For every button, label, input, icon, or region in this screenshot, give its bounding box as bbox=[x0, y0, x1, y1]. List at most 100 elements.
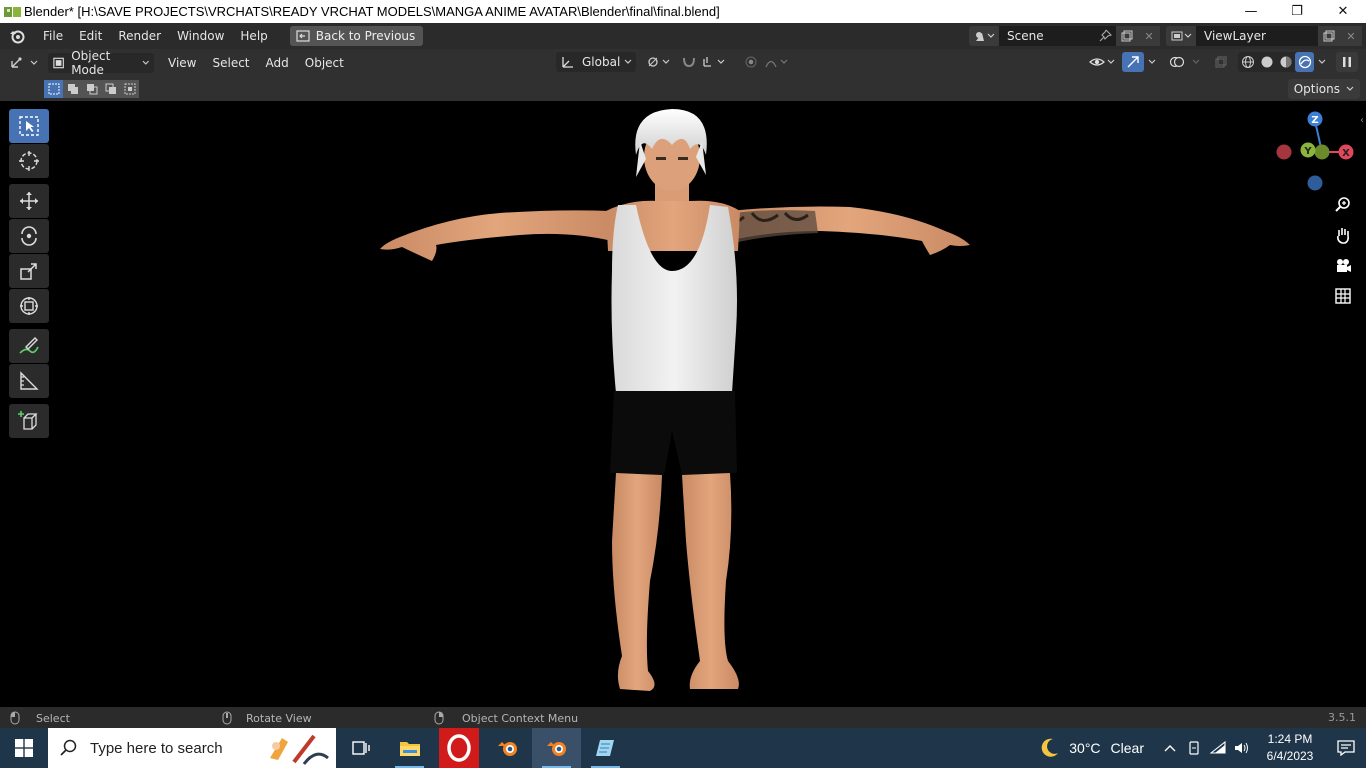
move-icon bbox=[20, 192, 38, 210]
pause-render-icon[interactable] bbox=[1336, 52, 1358, 72]
maximize-button[interactable]: ❐ bbox=[1274, 0, 1320, 23]
measure-tool[interactable] bbox=[9, 364, 49, 398]
wireframe-shading-icon[interactable] bbox=[1238, 52, 1257, 72]
menu-render[interactable]: Render bbox=[110, 26, 169, 46]
blender-logo-icon[interactable] bbox=[9, 28, 25, 44]
show-hidden-icons-chevron-icon[interactable] bbox=[1158, 728, 1182, 768]
move-tool[interactable] bbox=[9, 184, 49, 218]
view-layer-name-field[interactable]: ViewLayer bbox=[1196, 26, 1318, 46]
select-extend-icon[interactable] bbox=[63, 80, 82, 98]
wifi-icon[interactable] bbox=[1206, 728, 1230, 768]
select-subtract-icon[interactable] bbox=[82, 80, 101, 98]
pivot-point-icon[interactable] bbox=[644, 52, 674, 72]
camera-view-icon[interactable] bbox=[1331, 254, 1355, 278]
sidebar-collapse-arrow-icon[interactable]: ‹ bbox=[1360, 115, 1364, 126]
add-cube-tool[interactable] bbox=[9, 404, 49, 438]
scale-tool[interactable] bbox=[9, 254, 49, 288]
menu-select[interactable]: Select bbox=[204, 53, 257, 73]
device-icon[interactable] bbox=[1182, 728, 1206, 768]
select-box-tool[interactable] bbox=[9, 109, 49, 143]
new-scene-icon[interactable] bbox=[1116, 26, 1138, 46]
blender-app-icon bbox=[4, 6, 21, 17]
delete-view-layer-icon[interactable]: ✕ bbox=[1340, 26, 1362, 46]
windows-taskbar: Type here to search 30°C Clear 1:24 PM 6… bbox=[0, 728, 1366, 768]
gizmo-toggle-icon[interactable] bbox=[1122, 52, 1144, 72]
object-mode-label: Object Mode bbox=[71, 48, 111, 77]
navigation-gizmo[interactable]: Z Y X bbox=[1270, 109, 1360, 199]
pan-view-hand-icon[interactable] bbox=[1331, 223, 1355, 247]
mouse-middle-icon bbox=[222, 711, 232, 725]
menu-object[interactable]: Object bbox=[297, 53, 352, 73]
character-model[interactable] bbox=[0, 101, 1366, 707]
opera-taskbar-button[interactable] bbox=[434, 728, 483, 768]
axes-editor-icon bbox=[11, 56, 38, 68]
menu-window[interactable]: Window bbox=[169, 26, 232, 46]
taskbar-search-box[interactable]: Type here to search bbox=[48, 728, 336, 768]
volume-icon[interactable] bbox=[1230, 728, 1254, 768]
overlays-icon[interactable] bbox=[1166, 52, 1188, 72]
cursor-tool[interactable] bbox=[9, 144, 49, 178]
view-layer-selector[interactable]: ViewLayer ✕ bbox=[1166, 26, 1362, 46]
solid-shading-icon[interactable] bbox=[1257, 52, 1276, 72]
object-mode-icon bbox=[53, 57, 64, 68]
select-set-icon[interactable] bbox=[44, 80, 63, 98]
visibility-eye-icon[interactable] bbox=[1088, 52, 1118, 72]
editor-type-dropdown[interactable] bbox=[6, 53, 42, 73]
blender-active-taskbar-button[interactable] bbox=[532, 728, 581, 768]
taskbar-clock[interactable]: 1:24 PM 6/4/2023 bbox=[1254, 731, 1326, 765]
new-view-layer-icon[interactable] bbox=[1318, 26, 1340, 46]
material-shading-icon[interactable] bbox=[1276, 52, 1295, 72]
3d-viewport[interactable]: ‹ Z Y X bbox=[0, 101, 1366, 707]
minimize-button[interactable]: — bbox=[1228, 0, 1274, 23]
menu-view[interactable]: View bbox=[160, 53, 204, 73]
search-icon bbox=[60, 739, 77, 756]
task-view-button[interactable] bbox=[336, 728, 385, 768]
menu-edit[interactable]: Edit bbox=[71, 26, 110, 46]
object-mode-dropdown[interactable]: Object Mode bbox=[48, 49, 154, 77]
menu-add[interactable]: Add bbox=[258, 53, 297, 73]
blender-taskbar-button[interactable] bbox=[483, 728, 532, 768]
file-explorer-taskbar-button[interactable] bbox=[385, 728, 434, 768]
ortho-grid-icon[interactable] bbox=[1331, 284, 1355, 308]
rendered-shading-icon[interactable] bbox=[1295, 52, 1314, 72]
weather-widget[interactable]: 30°C Clear bbox=[1037, 736, 1144, 760]
menu-file[interactable]: File bbox=[35, 26, 71, 46]
options-dropdown[interactable]: Options bbox=[1287, 79, 1360, 99]
task-view-icon bbox=[351, 741, 370, 755]
rotate-tool[interactable] bbox=[9, 219, 49, 253]
chevron-down-icon[interactable] bbox=[1188, 52, 1204, 72]
menu-help[interactable]: Help bbox=[232, 26, 275, 46]
select-difference-icon[interactable] bbox=[101, 80, 120, 98]
xray-toggle-icon[interactable] bbox=[1210, 52, 1232, 72]
select-intersect-icon[interactable] bbox=[120, 80, 139, 98]
status-select: Select bbox=[10, 711, 70, 725]
back-to-previous-button[interactable]: Back to Previous bbox=[289, 26, 424, 46]
scene-name-field[interactable]: Scene bbox=[999, 26, 1116, 46]
delete-scene-icon[interactable]: ✕ bbox=[1138, 26, 1160, 46]
close-button[interactable]: ✕ bbox=[1320, 0, 1366, 23]
viewport-shading-group bbox=[1238, 52, 1314, 72]
shading-options-chevron-icon[interactable] bbox=[1314, 52, 1330, 72]
scale-icon bbox=[20, 263, 37, 280]
notepad-taskbar-button[interactable] bbox=[581, 728, 630, 768]
transform-tool[interactable] bbox=[9, 289, 49, 323]
selection-mode-group bbox=[44, 80, 139, 98]
folder-icon bbox=[399, 742, 420, 756]
view-layer-dropdown[interactable] bbox=[1166, 26, 1196, 46]
pin-icon[interactable] bbox=[1098, 29, 1112, 43]
back-to-previous-label: Back to Previous bbox=[315, 29, 416, 43]
chevron-down-icon[interactable] bbox=[1144, 52, 1160, 72]
annotate-tool[interactable] bbox=[9, 329, 49, 363]
scene-type-dropdown[interactable] bbox=[969, 26, 999, 46]
proportional-edit-icon[interactable] bbox=[740, 52, 762, 72]
falloff-icon[interactable] bbox=[762, 52, 792, 72]
blender-version: 3.5.1 bbox=[1328, 711, 1356, 724]
notification-center-button[interactable] bbox=[1326, 740, 1366, 756]
transform-orientation-dropdown[interactable]: Global bbox=[556, 52, 636, 72]
scene-selector[interactable]: Scene ✕ bbox=[969, 26, 1160, 46]
snap-toggle-icon[interactable] bbox=[678, 52, 700, 72]
weather-temp: 30°C bbox=[1069, 740, 1101, 756]
start-button[interactable] bbox=[0, 728, 48, 768]
snap-target-icon[interactable] bbox=[700, 52, 730, 72]
zoom-view-icon[interactable] bbox=[1331, 193, 1355, 217]
